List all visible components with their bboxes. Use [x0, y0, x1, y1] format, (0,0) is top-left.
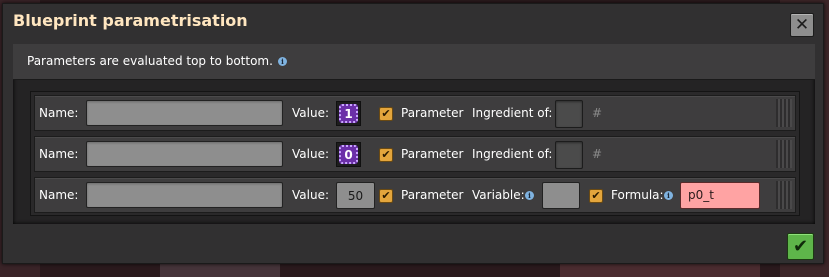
content-panel: Parameters are evaluated top to bottom. i…	[13, 44, 815, 224]
blueprint-parametrisation-window: Blueprint parametrisation ✕ Parameters a…	[2, 3, 824, 264]
formula-info-icon[interactable]: i	[664, 191, 673, 200]
info-bar: Parameters are evaluated top to bottom. i	[13, 44, 815, 80]
formula-input[interactable]: p0_t	[680, 182, 760, 209]
value-signal-button[interactable]: 0	[336, 142, 361, 167]
parameter-signal-icon: 0	[339, 145, 358, 164]
formula-label: Formula:	[611, 188, 664, 202]
hash-icon: #	[592, 106, 603, 120]
confirm-button[interactable]: ✔	[787, 233, 814, 260]
info-icon[interactable]: i	[277, 57, 287, 66]
name-label: Name:	[39, 147, 79, 161]
value-number-input[interactable]: 50	[336, 182, 375, 209]
parameter-label: Parameter	[401, 147, 464, 161]
info-text: Parameters are evaluated top to bottom.	[27, 54, 273, 68]
ingredient-of-slot[interactable]	[555, 141, 583, 169]
ingredient-of-label: Ingredient of:	[472, 106, 553, 120]
parameter-row: Name: Value: 0 ✔ Parameter Ingredient of…	[34, 136, 796, 172]
variable-input[interactable]	[542, 182, 580, 209]
close-button[interactable]: ✕	[790, 13, 814, 37]
hash-icon: #	[592, 147, 603, 161]
drag-handle[interactable]	[776, 140, 792, 168]
background-bottom-left	[160, 262, 280, 277]
background-bottom-right	[560, 264, 760, 277]
variable-info-icon[interactable]: i	[525, 191, 534, 200]
value-signal-button[interactable]: 1	[336, 101, 361, 126]
value-label: Value:	[292, 188, 329, 202]
parameter-label: Parameter	[401, 106, 464, 120]
name-label: Name:	[39, 106, 79, 120]
parameter-row: Name: Value: 1 ✔ Parameter Ingredient of…	[34, 95, 796, 131]
name-input[interactable]	[86, 100, 283, 126]
value-label: Value:	[292, 106, 329, 120]
info-line: Parameters are evaluated top to bottom. i	[27, 54, 287, 68]
name-input[interactable]	[86, 141, 283, 167]
name-input[interactable]	[86, 182, 283, 208]
window-title: Blueprint parametrisation	[13, 11, 248, 30]
parameter-row: Name: Value: 50 ✔ Parameter Variable: i …	[34, 177, 796, 213]
close-icon: ✕	[794, 15, 810, 35]
parameter-checkbox[interactable]: ✔	[379, 148, 393, 162]
parameter-checkbox[interactable]: ✔	[379, 189, 393, 203]
parameters-list: Name: Value: 1 ✔ Parameter Ingredient of…	[30, 91, 800, 216]
checkmark-icon: ✔	[792, 236, 809, 257]
name-label: Name:	[39, 188, 79, 202]
parameter-checkbox[interactable]: ✔	[379, 107, 393, 121]
drag-handle[interactable]	[776, 99, 792, 127]
ingredient-of-slot[interactable]	[555, 100, 583, 128]
variable-label: Variable:	[472, 188, 525, 202]
value-label: Value:	[292, 147, 329, 161]
parameter-signal-icon: 1	[339, 104, 358, 123]
parameter-label: Parameter	[401, 188, 464, 202]
formula-checkbox[interactable]: ✔	[589, 189, 603, 203]
ingredient-of-label: Ingredient of:	[472, 147, 553, 161]
drag-handle[interactable]	[776, 181, 792, 209]
